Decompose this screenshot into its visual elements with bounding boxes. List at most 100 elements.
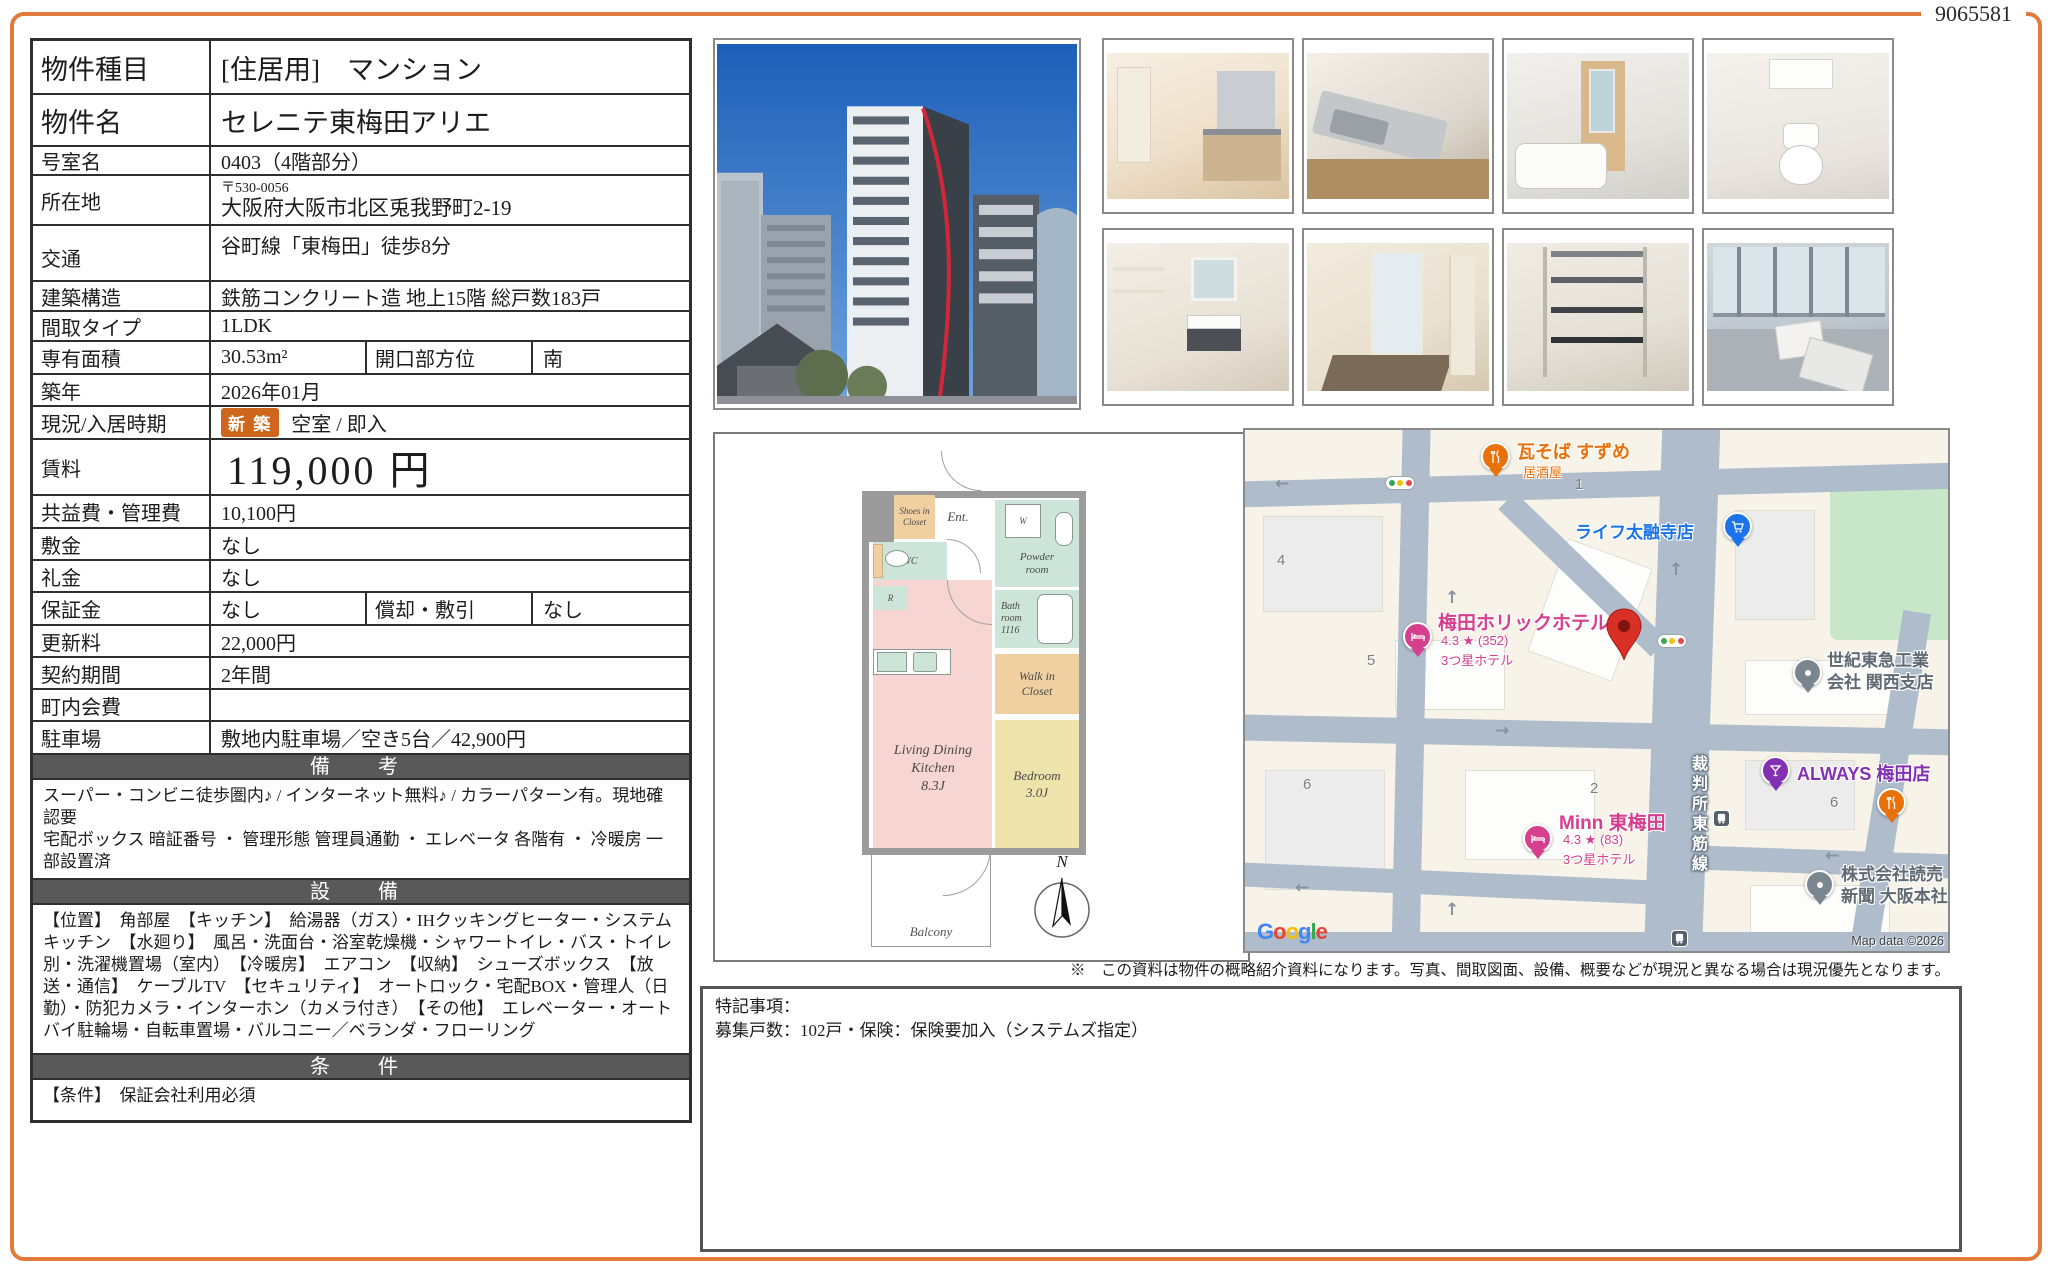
map-road — [1245, 862, 1686, 906]
photo-powder-room — [1102, 228, 1294, 406]
table-row: 築年 2026年01月 — [33, 373, 689, 405]
bedroom-label: Bedroom 3.0J — [1013, 768, 1061, 800]
remarks-text: スーパー・コンビニ徒歩圏内♪ / インターネット無料♪ / カラーパターン有。現… — [33, 778, 689, 878]
occupancy-text: 空室 / 即入 — [291, 414, 387, 436]
row-label: 築年 — [33, 375, 211, 405]
row-label: 号室名 — [33, 147, 211, 174]
room-walkin-closet: Walk in Closet — [995, 654, 1079, 714]
photo-balcony — [1702, 228, 1894, 406]
table-row: 間取タイプ 1LDK — [33, 310, 689, 340]
room-refrigerator: R — [873, 586, 908, 610]
supermarket-pin-icon — [1723, 512, 1752, 541]
row-label: 駐車場 — [33, 722, 211, 753]
table-row: 敷金 なし — [33, 527, 689, 559]
map-arrow-icon: → — [1495, 721, 1510, 741]
location-map: ← ↑ ↑ → ← ↑ ← 裁判所東筋線 1 4 5 2 6 6 瓦そば すずめ… — [1243, 428, 1950, 953]
poi-label: ライフ太融寺店 — [1575, 523, 1694, 542]
map-copyright: Map data ©2026 — [1851, 934, 1944, 948]
equipment-text: 【位置】 角部屋 【キッチン】 給湯器（ガス）・IHクッキングヒーター・システム… — [33, 903, 689, 1053]
table-row: 号室名 0403（4階部分） — [33, 145, 689, 174]
poi-label: 新聞 大阪本社 — [1841, 887, 1948, 906]
special-notes-title: 特記事項： — [715, 997, 800, 1016]
balcony-label: Balcony — [909, 924, 953, 939]
row-label: 賃料 — [33, 440, 211, 494]
poi-label: 瓦そば すずめ — [1517, 442, 1631, 462]
wc-counter — [873, 544, 883, 578]
special-notes-line: 募集戸数：102戸・保険：保険要加入（システムズ指定） — [715, 1021, 1148, 1040]
restaurant-pin-icon — [1481, 442, 1510, 471]
bathroom-label: Bath room 1116 — [1001, 601, 1022, 636]
photo-bathroom — [1502, 38, 1694, 214]
washer-box: W — [1005, 504, 1041, 538]
shoes-closet-label: Shoes in Closet — [899, 506, 930, 527]
row-label: 共益費・管理費 — [33, 496, 211, 527]
map-park — [1830, 472, 1948, 640]
powder-sink-icon — [1055, 512, 1073, 546]
poi-sublabel: 居酒屋 — [1523, 465, 1563, 480]
poi-label: 梅田ホリックホテル — [1438, 613, 1610, 634]
row-label: 町内会費 — [33, 690, 211, 720]
facing-value: 南 — [543, 349, 563, 371]
map-road-main — [1643, 430, 1721, 951]
north-compass: N — [1027, 852, 1097, 952]
balcony-image — [1707, 243, 1889, 391]
entrance-label: Ent. — [947, 509, 969, 524]
google-letter: o — [1273, 919, 1286, 944]
powder-room-image — [1107, 243, 1289, 391]
photo-building-exterior — [713, 38, 1081, 410]
table-row: 礼金 なし — [33, 559, 689, 591]
postal-code: 〒530-0056 — [221, 180, 289, 196]
amortization-value: なし — [543, 600, 583, 622]
table-row: 交通 谷町線「東梅田」徒歩8分 — [33, 224, 689, 280]
structure-value: 鉄筋コンクリート造 地上15階 総戸数183戸 — [221, 287, 601, 310]
row-label: 交通 — [33, 226, 211, 280]
table-row: 共益費・管理費 10,100円 — [33, 494, 689, 527]
map-arrow-icon: ← — [1295, 878, 1310, 898]
room-wc: WC — [873, 542, 947, 580]
bus-stop-icon — [1713, 810, 1730, 827]
compass-icon — [1034, 877, 1090, 938]
block-number: 6 — [1830, 794, 1839, 811]
deposit-value: なし — [221, 535, 261, 558]
row-label: 契約期間 — [33, 658, 211, 688]
block-number: 4 — [1277, 552, 1286, 569]
poi-label: ALWAYS 梅田店 — [1797, 764, 1931, 784]
property-type-value: [住居用] マンション — [221, 54, 482, 85]
toilet-icon — [885, 550, 909, 567]
block-number: 6 — [1303, 776, 1312, 793]
kitchen-sink-icon — [877, 652, 907, 672]
management-fee-value: 10,100円 — [221, 503, 296, 525]
block-number: 2 — [1590, 780, 1599, 797]
map-road — [1245, 932, 1948, 951]
photo-toilet — [1702, 38, 1894, 214]
google-letter: o — [1285, 919, 1299, 944]
parking-value: 敷地内駐車場／空き5台／42,900円 — [221, 729, 526, 751]
row-label: 間取タイプ — [33, 312, 211, 340]
poi-label: 会社 関西支店 — [1827, 673, 1934, 692]
bus-stop-icon — [1671, 930, 1688, 947]
document-id: 9065581 — [1921, 0, 2026, 28]
conditions-section-header: 条 件 — [33, 1053, 689, 1078]
row-label: 建築構造 — [33, 282, 211, 310]
restaurant-pin-icon — [1877, 788, 1906, 817]
destination-pin-icon — [1605, 608, 1643, 662]
table-row: 保証金 なし 償却・敷引 なし — [33, 591, 689, 624]
building-exterior-image — [717, 44, 1077, 404]
table-row: 建築構造 鉄筋コンクリート造 地上15階 総戸数183戸 — [33, 280, 689, 310]
disclaimer-text: ※ この資料は物件の概略紹介資料になります。写真、間取図面、設備、概要などが現況… — [1070, 962, 1950, 979]
google-logo: Google — [1257, 919, 1328, 945]
poi-rating: 4.3 ★ (83) — [1563, 832, 1624, 847]
entrance-door-arc — [941, 451, 981, 491]
row-label: 物件種目 — [33, 41, 211, 93]
traffic-light-icon — [1385, 476, 1415, 490]
block-number: 1 — [1575, 476, 1584, 493]
google-letter: G — [1257, 919, 1274, 944]
remarks-section-header: 備 考 — [33, 753, 689, 778]
room-number-value: 0403（4階部分） — [221, 152, 371, 174]
table-row: 物件名 セレニテ東梅田アリエ — [33, 93, 689, 145]
north-label: N — [1056, 852, 1068, 871]
map-arrow-icon: ↑ — [1445, 588, 1460, 608]
row-label: 所在地 — [33, 176, 211, 224]
company-pin-icon — [1793, 658, 1822, 687]
poi-note: 3つ星ホテル — [1563, 852, 1636, 867]
